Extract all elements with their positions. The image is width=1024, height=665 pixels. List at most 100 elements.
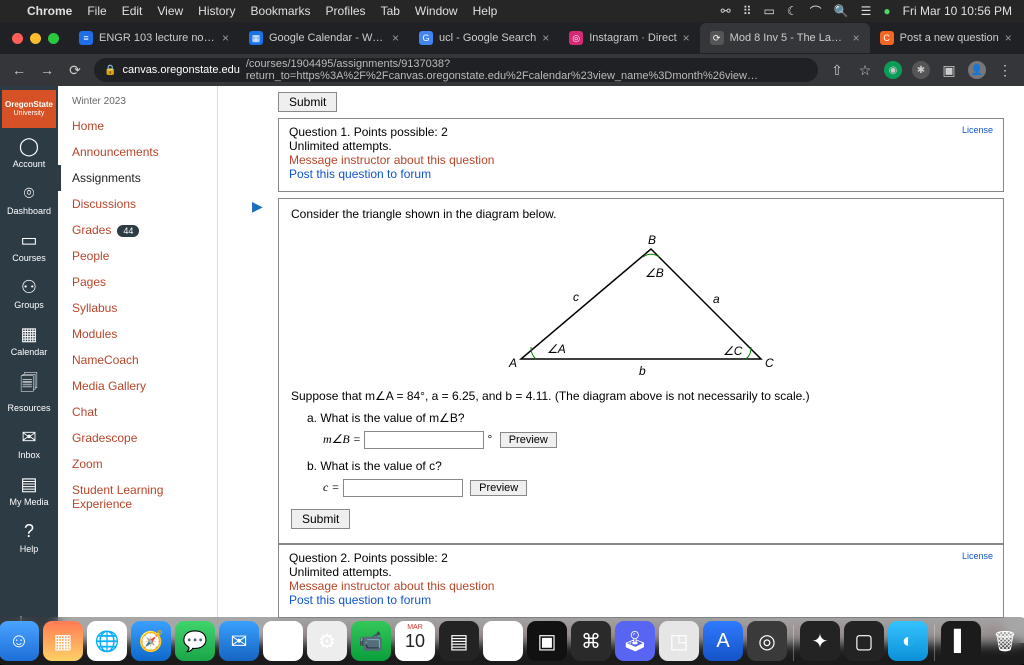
dock-app-icon[interactable]: 🧭 [131,621,171,661]
close-icon[interactable] [12,33,23,44]
post-forum-link[interactable]: Post this question to forum [289,167,993,181]
dock-app-icon[interactable]: ⚙ [307,621,347,661]
window-controls[interactable] [12,33,59,44]
reload-button[interactable]: ⟳ [66,62,84,79]
menu-edit[interactable]: Edit [122,4,143,18]
dock-app-icon[interactable]: ▣ [527,621,567,661]
course-nav-item[interactable]: Modules [58,321,217,347]
message-instructor-link-2[interactable]: Message instructor about this question [289,579,993,593]
close-tab-icon[interactable]: × [542,31,549,45]
night-icon[interactable]: ☾ [787,4,798,18]
global-nav-item[interactable]: ?Help [0,513,58,560]
dock-app-icon[interactable]: MAR10 [395,621,435,661]
global-nav-item[interactable]: 🗐Resources [0,363,58,419]
dock-app-icon[interactable]: ▌ [941,621,981,661]
course-nav-item[interactable]: Assignments [58,165,217,191]
course-nav-item[interactable]: Gradescope [58,425,217,451]
forward-button[interactable]: → [38,62,56,78]
menu-history[interactable]: History [198,4,235,18]
close-tab-icon[interactable]: × [683,31,690,45]
play-icon[interactable]: ▶ [252,198,263,215]
menu-tab[interactable]: Tab [381,4,400,18]
menu-help[interactable]: Help [473,4,498,18]
address-bar[interactable]: 🔒 canvas.oregonstate.edu/courses/1904495… [94,58,818,82]
dock-app-icon[interactable]: ☺ [0,621,39,661]
course-nav-item[interactable]: Announcements [58,139,217,165]
course-nav-item[interactable]: Zoom [58,451,217,477]
menu-bookmarks[interactable]: Bookmarks [251,4,311,18]
close-tab-icon[interactable]: × [222,31,229,45]
close-tab-icon[interactable]: × [1005,31,1012,45]
app-name[interactable]: Chrome [27,4,72,18]
dock-app-icon[interactable]: ▤ [439,621,479,661]
course-nav-item[interactable]: Media Gallery [58,373,217,399]
battery-icon[interactable]: ▭ [764,4,775,18]
wifi-icon[interactable]: ⌒ [810,3,822,20]
global-nav-item[interactable]: ▭Courses [0,222,58,269]
dock-app-icon[interactable]: ◎ [747,621,787,661]
dock-app-icon[interactable]: ◳ [659,621,699,661]
answer-a-input[interactable] [364,431,484,449]
menu-profiles[interactable]: Profiles [326,4,366,18]
dock-app-icon[interactable]: ▦ [43,621,83,661]
search-icon[interactable]: 🔍 [834,4,849,18]
course-nav-item[interactable]: Discussions [58,191,217,217]
close-tab-icon[interactable]: × [392,31,399,45]
minimize-icon[interactable] [30,33,41,44]
bluetooth-icon[interactable]: ⚯ [721,4,731,18]
dock-app-icon[interactable]: 〰 [483,621,523,661]
fullscreen-icon[interactable] [48,33,59,44]
extension-icon-1[interactable]: ◉ [884,61,902,79]
dock-app-icon[interactable]: 🕹 [615,621,655,661]
dock-app-icon[interactable]: 📹 [351,621,391,661]
star-icon[interactable]: ☆ [856,62,874,79]
menubar-clock[interactable]: Fri Mar 10 10:56 PM [903,4,1012,18]
submit-button-q1[interactable]: Submit [291,509,350,529]
license-link[interactable]: License [962,125,993,135]
profile-avatar[interactable]: 👤 [968,61,986,79]
course-nav-item[interactable]: Home [58,113,217,139]
dock-app-icon[interactable]: 💬 [175,621,215,661]
course-nav-item[interactable]: Chat [58,399,217,425]
dock-app-icon[interactable]: ✦ [800,621,840,661]
dock-app-icon[interactable]: ▢ [844,621,884,661]
browser-tab[interactable]: ◎Instagram · Direct× [559,23,699,53]
course-nav-item[interactable]: NameCoach [58,347,217,373]
global-nav-item[interactable]: ▦Calendar [0,316,58,363]
close-tab-icon[interactable]: × [853,31,860,45]
answer-b-input[interactable] [343,479,463,497]
dock-app-icon[interactable]: ◐ [888,621,928,661]
post-forum-link-2[interactable]: Post this question to forum [289,593,993,607]
dock-app-icon[interactable]: Ⓐ [263,621,303,661]
menu-file[interactable]: File [87,4,106,18]
course-nav-item[interactable]: Grades44 [58,217,217,243]
spotlight-icon[interactable]: ⠿ [743,4,752,18]
record-icon[interactable]: ● [883,4,890,18]
back-button[interactable]: ← [10,62,28,78]
dock-app-icon[interactable]: 🗑 [985,621,1024,661]
global-nav-item[interactable]: ✉Inbox [0,419,58,466]
dock-app-icon[interactable]: ⌘ [571,621,611,661]
menu-view[interactable]: View [157,4,183,18]
dock-app-icon[interactable]: 🌐 [87,621,127,661]
license-link-2[interactable]: License [962,551,993,561]
chrome-menu-icon[interactable]: ⋮ [996,62,1014,79]
extension-icon-2[interactable]: ✱ [912,61,930,79]
panel-icon[interactable]: ▣ [940,62,958,79]
dock-app-icon[interactable]: ✉ [219,621,259,661]
browser-tab[interactable]: Gucl - Google Search× [409,23,559,53]
submit-button-top[interactable]: Submit [278,92,337,112]
browser-tab[interactable]: ≡ENGR 103 lecture note - G× [69,23,239,53]
preview-a-button[interactable]: Preview [500,432,557,448]
control-center-icon[interactable]: ☰ [861,4,872,18]
global-nav-item[interactable]: ⚇Groups [0,269,58,316]
dock-app-icon[interactable]: A [703,621,743,661]
course-nav-item[interactable]: Pages [58,269,217,295]
browser-tab[interactable]: ⟳Mod 8 Inv 5 - The Law of S× [700,23,870,53]
course-nav-item[interactable]: Student Learning Experience [58,477,217,517]
global-nav-item[interactable]: ◯Account [0,128,58,175]
browser-tab[interactable]: ▦Google Calendar - Week o× [239,23,409,53]
message-instructor-link[interactable]: Message instructor about this question [289,153,993,167]
course-nav-item[interactable]: People [58,243,217,269]
global-nav-item[interactable]: ⌾Dashboard [0,175,58,222]
